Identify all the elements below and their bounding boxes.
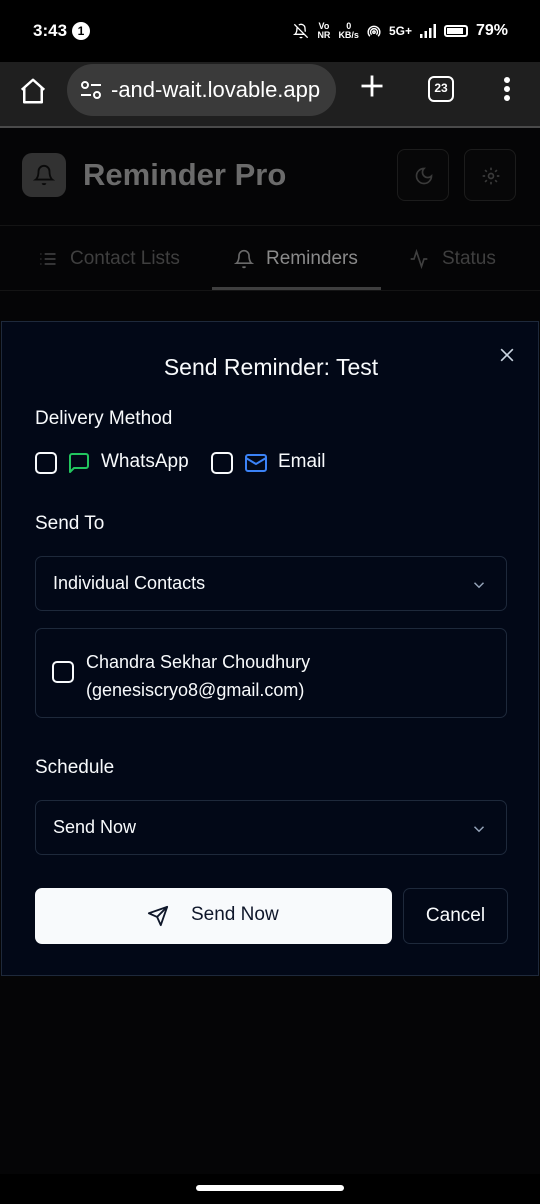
- send-now-button[interactable]: Send Now: [35, 888, 392, 944]
- theme-toggle-button[interactable]: [397, 149, 449, 201]
- mail-icon: [245, 454, 267, 472]
- tab-reminders[interactable]: Reminders: [234, 226, 358, 292]
- contacts-list: Chandra Sekhar Choudhury (genesiscryo8@g…: [35, 628, 507, 718]
- app-header: Reminder Pro: [0, 128, 540, 224]
- home-gesture-handle[interactable]: [196, 1185, 344, 1191]
- schedule-label: Schedule: [35, 757, 115, 778]
- schedule-select[interactable]: Send Now: [35, 800, 507, 855]
- volte-indicator: Vo NR: [317, 22, 330, 40]
- bell-icon: [234, 249, 254, 269]
- cancel-button[interactable]: Cancel: [403, 888, 508, 944]
- home-icon[interactable]: [18, 76, 48, 106]
- speed-unit: KB/s: [338, 30, 359, 40]
- tab-switcher-button[interactable]: 23: [428, 76, 454, 102]
- notification-count-badge: 1: [72, 22, 90, 40]
- network-speed: 0 KB/s: [338, 22, 359, 40]
- send-reminder-dialog: Send Reminder: Test Delivery Method What…: [1, 321, 539, 976]
- active-tab-indicator: [212, 287, 381, 290]
- status-bar: 3:43 1 Vo NR 0 KB/s 5G+ 79%: [0, 0, 540, 62]
- email-checkbox[interactable]: [211, 452, 233, 474]
- send-to-select[interactable]: Individual Contacts: [35, 556, 507, 611]
- tab-status[interactable]: Status: [408, 226, 496, 292]
- network-type: 5G+: [388, 24, 412, 38]
- message-icon: [69, 453, 89, 473]
- email-option-label[interactable]: Email: [278, 451, 326, 473]
- hotspot-icon: [367, 25, 381, 37]
- tab-bar: Contact Lists Reminders Status: [0, 225, 540, 291]
- activity-icon: [410, 249, 428, 269]
- browser-toolbar: -and-wait.lovable.app 23: [0, 62, 540, 126]
- status-time: 3:43: [33, 21, 68, 40]
- send-icon: [147, 905, 169, 927]
- contact-item[interactable]: Chandra Sekhar Choudhury (genesiscryo8@g…: [86, 648, 310, 704]
- signal-icon: [419, 24, 436, 38]
- site-settings-icon[interactable]: [79, 79, 103, 101]
- dialog-title: Send Reminder: Test: [163, 354, 379, 380]
- volte-bottom: NR: [317, 30, 331, 40]
- list-icon: [40, 253, 56, 265]
- battery-icon: [443, 25, 468, 37]
- schedule-value: Send Now: [53, 817, 137, 837]
- contact-email: (genesiscryo8@gmail.com): [86, 680, 305, 700]
- battery-percent: 79%: [475, 22, 508, 39]
- status-icons: Vo NR 0 KB/s 5G+ 79%: [293, 18, 508, 44]
- chevron-down-icon: [473, 826, 485, 833]
- whatsapp-option-label[interactable]: WhatsApp: [101, 451, 189, 473]
- page-background: Reminder Pro Contact Lists Reminders Sta…: [0, 128, 540, 1174]
- tab-label: Contact Lists: [70, 248, 180, 269]
- address-bar[interactable]: -and-wait.lovable.app: [67, 64, 336, 116]
- system-nav-bar: [0, 1174, 540, 1204]
- send-now-label: Send Now: [191, 904, 279, 925]
- bell-off-icon: [293, 23, 309, 39]
- tab-label: Status: [442, 248, 496, 269]
- settings-button[interactable]: [464, 149, 516, 201]
- send-to-label: Send To: [35, 513, 105, 534]
- whatsapp-checkbox[interactable]: [35, 452, 57, 474]
- chevron-down-icon: [473, 582, 485, 589]
- new-tab-icon[interactable]: [358, 72, 386, 100]
- send-to-value: Individual Contacts: [53, 573, 206, 593]
- bell-icon: [33, 165, 55, 186]
- app-title: Reminder Pro: [83, 157, 287, 192]
- more-menu-icon[interactable]: [496, 74, 518, 104]
- tab-contact-lists[interactable]: Contact Lists: [38, 226, 180, 292]
- url-text[interactable]: -and-wait.lovable.app: [111, 77, 320, 103]
- gear-icon: [482, 167, 500, 185]
- delivery-method-label: Delivery Method: [35, 408, 173, 429]
- moon-icon: [415, 167, 433, 185]
- tab-label: Reminders: [266, 248, 358, 269]
- app-logo: [22, 153, 66, 197]
- contact-name: Chandra Sekhar Choudhury: [86, 652, 311, 672]
- contact-checkbox[interactable]: [52, 661, 74, 683]
